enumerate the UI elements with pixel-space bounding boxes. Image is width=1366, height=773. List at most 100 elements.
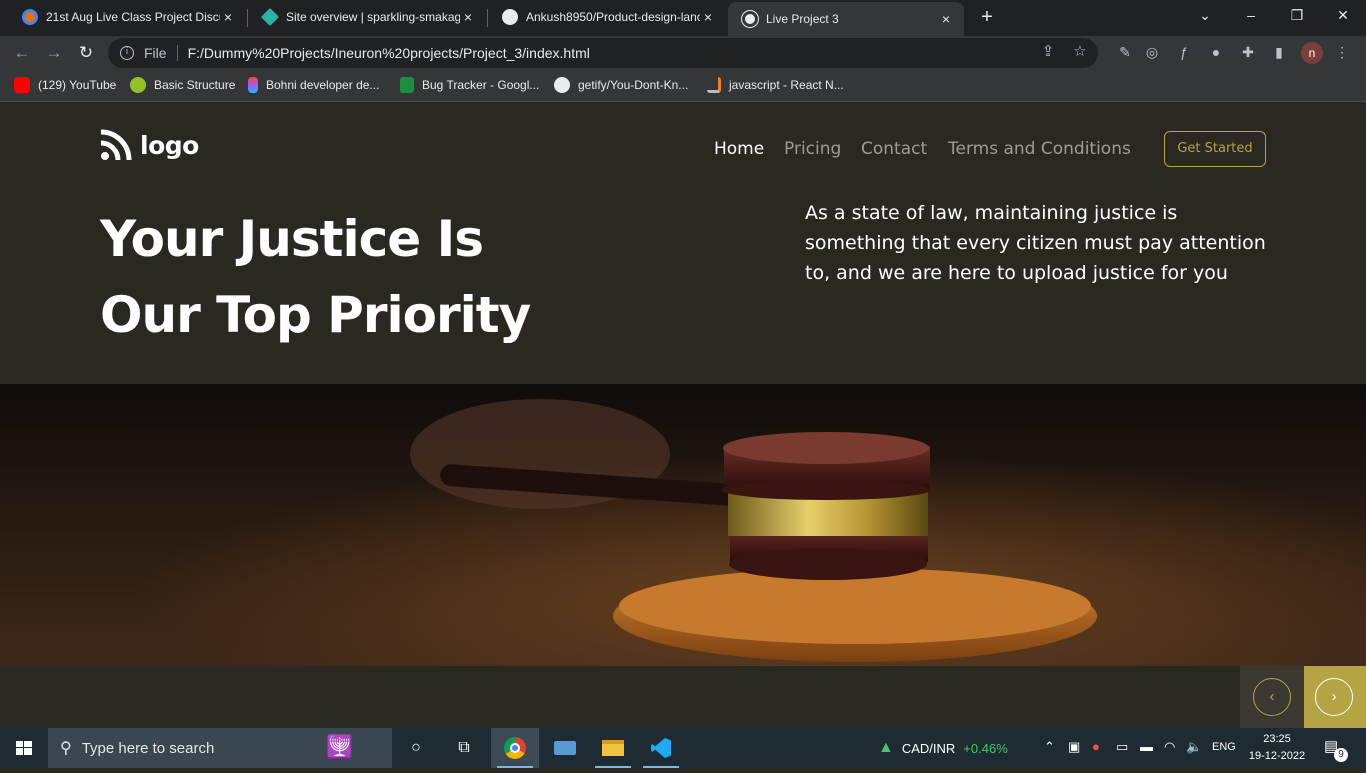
bookmark-star-icon[interactable]: ☆ xyxy=(1071,43,1089,61)
hero-title-line: Your Justice Is xyxy=(100,210,484,268)
sheets-icon xyxy=(400,77,414,93)
browser-tab[interactable]: 21st Aug Live Class Project Discu × xyxy=(8,0,246,34)
hero-title: Your Justice Is Our Top Priority xyxy=(100,201,700,353)
display-icon[interactable]: ▭ xyxy=(1116,739,1128,755)
close-window-icon[interactable]: ✕ xyxy=(1320,4,1366,26)
browser-toolbar: ← → ↻ i File F:/Dummy%20Projects/Ineuron… xyxy=(0,36,1366,70)
task-view-icon[interactable]: ⧉ xyxy=(440,728,488,768)
extensions-puzzle-icon[interactable]: ✚ xyxy=(1239,43,1257,61)
chevron-left-icon: ‹ xyxy=(1253,678,1291,716)
search-icon: ⚲ xyxy=(60,740,72,757)
gavel-hero-image xyxy=(0,384,1366,666)
reload-icon[interactable]: ↻ xyxy=(74,41,98,65)
bookmark-item[interactable]: Bug Tracker - Googl... xyxy=(400,77,539,93)
bookmark-label: Basic Structure xyxy=(154,78,236,92)
github-icon xyxy=(554,77,570,93)
hero-title-line: Our Top Priority xyxy=(100,286,531,344)
get-started-button[interactable]: Get Started xyxy=(1164,131,1266,167)
globe-icon xyxy=(742,11,758,27)
slider-prev-button[interactable]: ‹ xyxy=(1240,666,1304,728)
browser-tab[interactable]: Ankush8950/Product-design-lanc × xyxy=(488,0,726,34)
ticker-symbol: CAD/INR xyxy=(901,740,956,756)
laptop-app-icon[interactable] xyxy=(541,728,589,768)
bookmark-label: (129) YouTube xyxy=(38,78,117,92)
class-site-icon xyxy=(22,9,38,25)
slider-next-button[interactable]: › xyxy=(1304,666,1366,728)
profile-avatar[interactable]: n xyxy=(1301,42,1323,64)
close-tab-icon[interactable]: × xyxy=(220,9,236,25)
vscode-icon[interactable] xyxy=(637,728,685,768)
bookmark-item[interactable]: Basic Structure xyxy=(130,77,235,93)
close-tab-icon[interactable]: × xyxy=(700,9,716,25)
minimize-icon[interactable]: – xyxy=(1228,4,1274,26)
menu-kebab-icon[interactable]: ⋮ xyxy=(1333,43,1351,61)
antivirus-icon[interactable]: ● xyxy=(1092,739,1100,754)
search-placeholder: Type here to search xyxy=(81,739,215,757)
browser-tab-active[interactable]: Live Project 3 × xyxy=(728,2,964,36)
clock-date: 19-12-2022 xyxy=(1248,750,1306,762)
meet-now-icon[interactable]: ▣ xyxy=(1068,739,1080,755)
nav-terms-and-conditions[interactable]: Terms and Conditions xyxy=(948,139,1131,159)
nav-contact[interactable]: Contact xyxy=(861,139,927,159)
browser-tab[interactable]: Site overview | sparkling-smakag × xyxy=(248,0,486,34)
file-explorer-icon[interactable] xyxy=(589,728,637,768)
tab-title: Ankush8950/Product-design-lanc xyxy=(526,10,700,24)
site-logo[interactable]: logo xyxy=(100,129,199,161)
chevron-right-icon: › xyxy=(1315,678,1353,716)
web-page: logo Home Pricing Contact Terms and Cond… xyxy=(0,103,1366,728)
bookmark-item[interactable]: Bohni developer de... xyxy=(248,77,379,93)
new-tab-button[interactable]: + xyxy=(976,6,998,28)
language-indicator[interactable]: ENG xyxy=(1212,741,1236,753)
close-tab-icon[interactable]: × xyxy=(460,9,476,25)
target-extension-icon[interactable]: ◎ xyxy=(1143,43,1161,61)
maximize-icon[interactable]: ❐ xyxy=(1274,4,1320,26)
chevron-up-icon[interactable]: ⌃ xyxy=(1044,739,1055,755)
tab-title: Site overview | sparkling-smakag xyxy=(286,10,460,24)
bookmarks-bar: (129) YouTube Basic Structure Bohni deve… xyxy=(0,70,1366,102)
bookmark-item[interactable]: getify/You-Dont-Kn... xyxy=(554,77,688,93)
trend-up-icon: ▲ xyxy=(878,739,894,756)
stock-ticker-widget[interactable]: ▲ CAD/INR +0.46% xyxy=(878,739,1008,757)
back-arrow-icon[interactable]: ← xyxy=(10,41,34,65)
bookmark-label: getify/You-Dont-Kn... xyxy=(578,78,689,92)
chrome-icon xyxy=(504,737,526,759)
system-clock[interactable]: 23:25 19-12-2022 xyxy=(1248,731,1306,765)
close-tab-icon[interactable]: × xyxy=(938,11,954,27)
side-panel-icon[interactable]: ▮ xyxy=(1270,43,1288,61)
volume-icon[interactable]: 🔈 xyxy=(1186,739,1202,755)
address-bar[interactable]: i File F:/Dummy%20Projects/Ineuron%20pro… xyxy=(108,38,1098,68)
rss-logo-icon xyxy=(100,129,132,161)
logo-text: logo xyxy=(140,130,199,160)
nav-pricing[interactable]: Pricing xyxy=(784,139,841,159)
windows-taskbar: ⚲ Type here to search 🕎 ○ ⧉ ▲ CAD/INR +0… xyxy=(0,728,1366,768)
taskbar-search-box[interactable]: ⚲ Type here to search 🕎 xyxy=(48,728,392,768)
ticker-change: +0.46% xyxy=(963,740,1008,756)
browser-tab-strip: 21st Aug Live Class Project Discu × Site… xyxy=(0,0,1366,36)
youtube-icon xyxy=(14,77,30,93)
tab-title: 21st Aug Live Class Project Discu xyxy=(46,10,220,24)
netlify-icon xyxy=(260,7,280,27)
scheme-label: File xyxy=(144,45,167,61)
chrome-taskbar-icon[interactable] xyxy=(491,728,539,768)
forward-arrow-icon[interactable]: → xyxy=(42,41,66,65)
bookmark-item[interactable]: javascript - React N... xyxy=(707,77,844,93)
bookmark-label: Bug Tracker - Googl... xyxy=(422,78,540,92)
wifi-icon[interactable]: ◠ xyxy=(1164,739,1175,755)
eyedropper-extension-icon[interactable]: ✎ xyxy=(1116,43,1134,61)
address-divider xyxy=(176,45,178,61)
bookmark-item[interactable]: (129) YouTube xyxy=(14,77,116,93)
notification-badge: 9 xyxy=(1334,748,1348,762)
formula-extension-icon[interactable]: ƒ xyxy=(1175,43,1193,61)
mask-extension-icon[interactable]: ● xyxy=(1207,43,1225,61)
share-icon[interactable]: ⇪ xyxy=(1039,43,1057,61)
url-text[interactable]: F:/Dummy%20Projects/Ineuron%20projects/P… xyxy=(188,45,590,61)
tab-search-icon[interactable]: ⌄ xyxy=(1182,4,1228,26)
nav-home[interactable]: Home xyxy=(714,139,764,159)
tab-title: Live Project 3 xyxy=(766,12,839,26)
gavel-illustration xyxy=(0,384,1366,666)
bookmark-label: Bohni developer de... xyxy=(266,78,380,92)
info-icon[interactable]: i xyxy=(120,46,134,60)
battery-icon[interactable]: ▬ xyxy=(1140,739,1153,754)
windows-start-button[interactable] xyxy=(0,728,48,768)
cortana-icon[interactable]: ○ xyxy=(392,728,440,768)
